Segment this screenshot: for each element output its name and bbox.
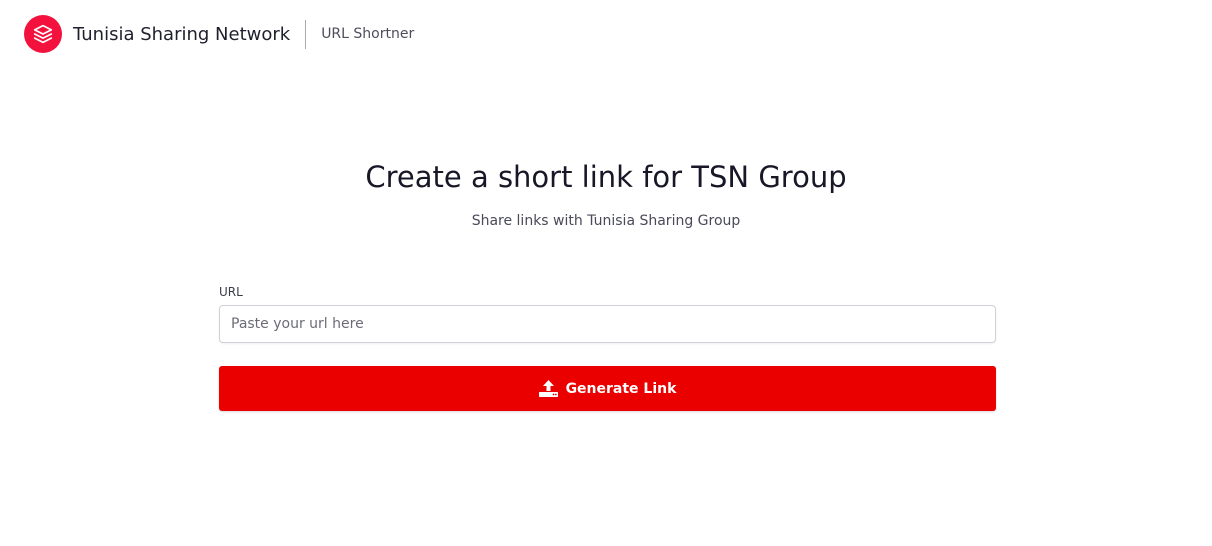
generate-link-label: Generate Link: [565, 380, 677, 397]
page-title: Create a short link for TSN Group: [365, 160, 847, 194]
layers-icon: [33, 24, 53, 44]
app-name: URL Shortner: [321, 26, 415, 42]
url-label: URL: [219, 285, 243, 299]
header-divider: [305, 19, 307, 49]
generate-link-button[interactable]: Generate Link: [219, 366, 996, 411]
upload-icon: [538, 380, 558, 397]
url-input[interactable]: [219, 305, 996, 343]
app-header: Tunisia Sharing Network URL Shortner: [24, 14, 414, 54]
brand-name[interactable]: Tunisia Sharing Network: [73, 24, 290, 45]
logo[interactable]: [24, 15, 62, 53]
shorten-form: URL Generate Link: [219, 284, 996, 411]
page-subtitle: Share links with Tunisia Sharing Group: [471, 213, 741, 229]
